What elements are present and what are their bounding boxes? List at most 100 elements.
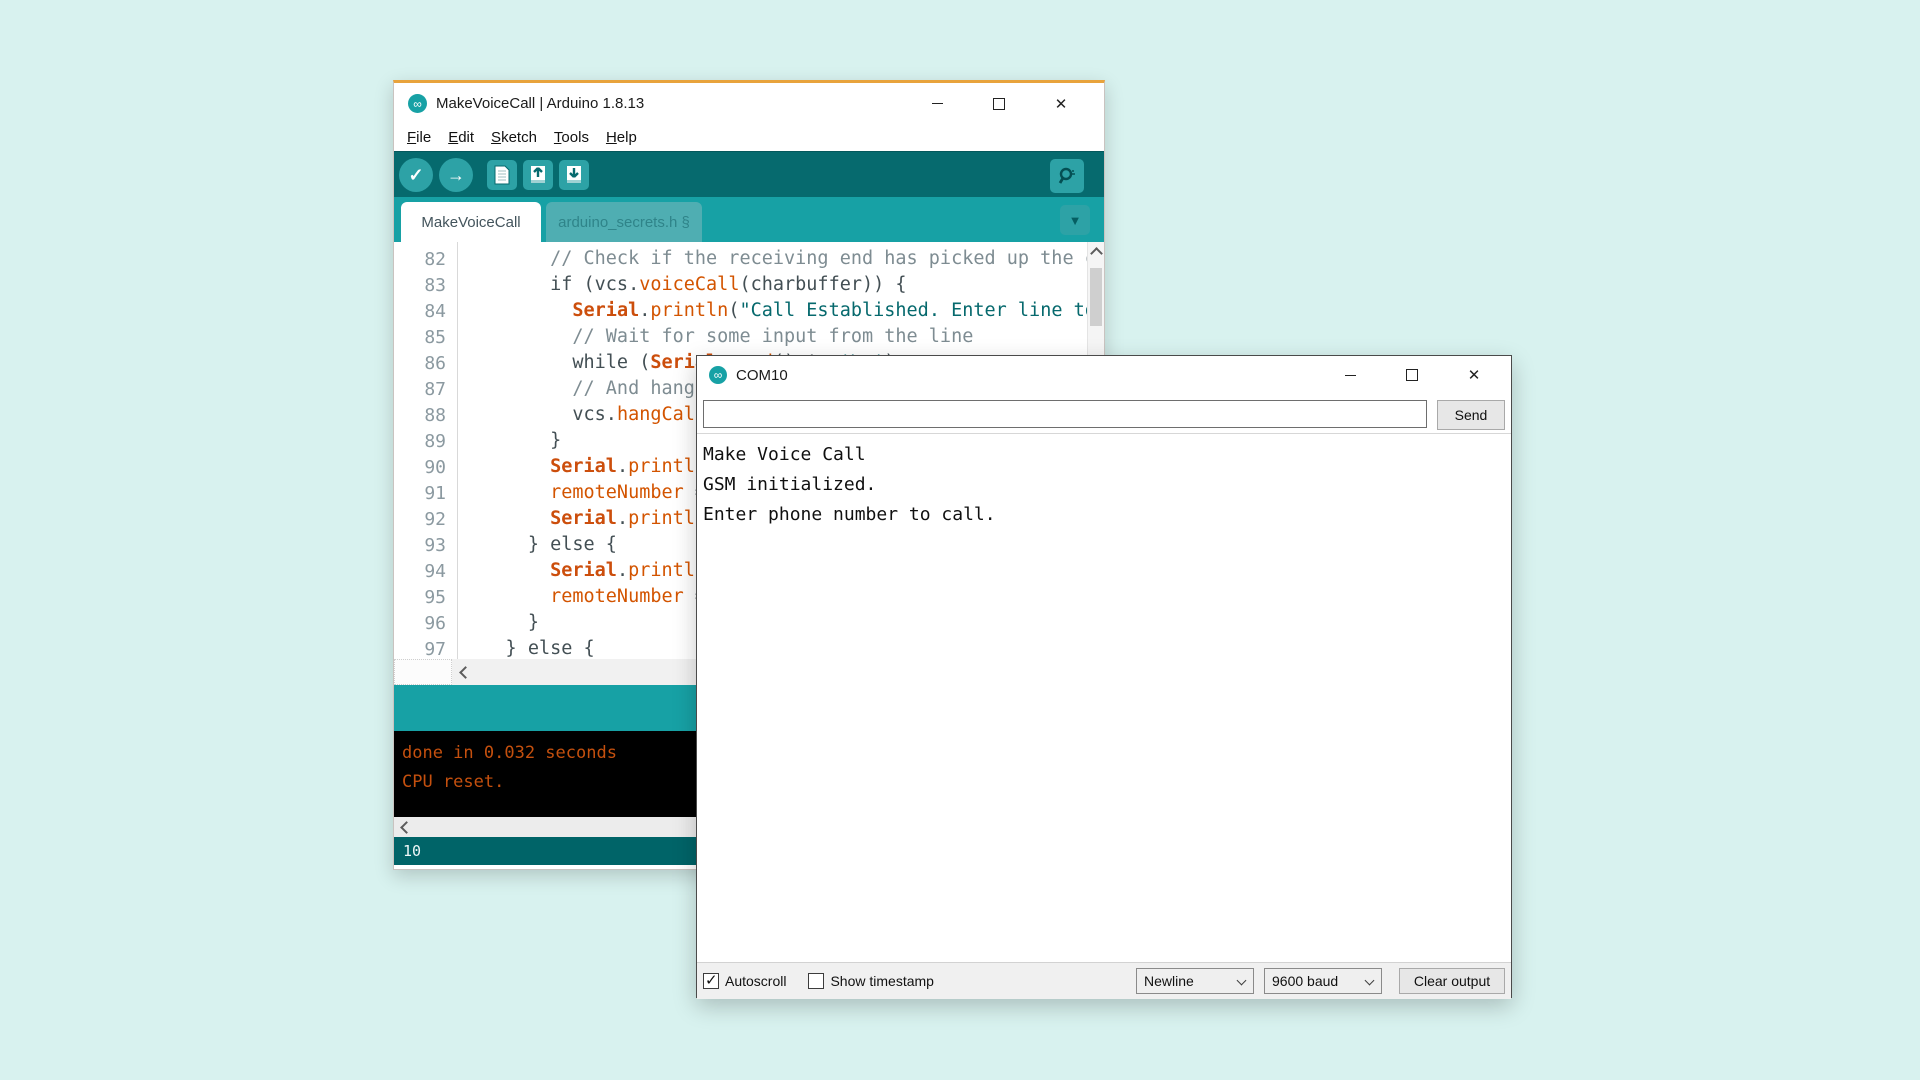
close-icon: ✕ bbox=[1468, 366, 1481, 384]
scrollbar-thumb[interactable] bbox=[1090, 268, 1102, 326]
scroll-left-button[interactable] bbox=[454, 659, 476, 685]
serial-monitor-window: ∞ COM10 ✕ Send Make Voice CallGSM initia… bbox=[696, 355, 1512, 998]
tab-makevoicecall-label: MakeVoiceCall bbox=[421, 214, 520, 231]
line-number: 92 bbox=[394, 509, 457, 530]
menu-help[interactable]: Help bbox=[606, 129, 637, 146]
code-line-82: 82 // Check if the receiving end has pic… bbox=[394, 246, 1104, 272]
send-button[interactable]: Send bbox=[1437, 400, 1505, 430]
chevron-left-icon bbox=[400, 821, 413, 834]
menu-file[interactable]: File bbox=[407, 129, 431, 146]
upload-button[interactable]: → bbox=[439, 158, 473, 192]
menu-edit[interactable]: Edit bbox=[448, 129, 474, 146]
send-button-label: Send bbox=[1455, 407, 1488, 423]
line-number: 87 bbox=[394, 379, 457, 400]
maximize-icon bbox=[993, 98, 1005, 110]
chevron-down-icon bbox=[1365, 976, 1375, 986]
open-icon bbox=[529, 165, 547, 185]
line-number-indicator: 10 bbox=[403, 842, 421, 860]
serial-monitor-button[interactable] bbox=[1050, 159, 1084, 193]
close-icon: ✕ bbox=[1055, 95, 1068, 113]
save-button[interactable] bbox=[559, 160, 589, 190]
serial-output-line: GSM initialized. bbox=[703, 470, 1511, 500]
chevron-up-icon bbox=[1090, 247, 1103, 260]
maximize-icon bbox=[1406, 369, 1418, 381]
line-number: 86 bbox=[394, 353, 457, 374]
minimize-icon bbox=[932, 103, 943, 104]
line-number: 97 bbox=[394, 639, 457, 660]
baud-rate-dropdown[interactable]: 9600 baud bbox=[1264, 968, 1382, 994]
maximize-button[interactable] bbox=[1381, 356, 1443, 394]
chevron-left-icon bbox=[459, 666, 472, 679]
autoscroll-checkbox[interactable] bbox=[703, 973, 719, 989]
code-text: if (vcs.voiceCall(charbuffer)) { bbox=[457, 272, 907, 298]
show-timestamp-checkbox[interactable] bbox=[808, 973, 824, 989]
desktop-background: ∞ MakeVoiceCall | Arduino 1.8.13 ✕ File E… bbox=[0, 0, 1920, 1080]
tab-list-button[interactable]: ▼ bbox=[1060, 205, 1090, 235]
code-text: Serial.println("Call Established. Enter … bbox=[457, 298, 1104, 324]
maximize-button[interactable] bbox=[968, 83, 1030, 124]
autoscroll-label: Autoscroll bbox=[725, 973, 786, 989]
menu-sketch[interactable]: Sketch bbox=[491, 129, 537, 146]
serial-monitor-icon bbox=[1057, 166, 1077, 186]
open-button[interactable] bbox=[523, 160, 553, 190]
arduino-window-title: MakeVoiceCall | Arduino 1.8.13 bbox=[436, 95, 644, 112]
new-sketch-icon bbox=[494, 165, 510, 185]
upload-icon: → bbox=[447, 165, 465, 186]
verify-icon: ✓ bbox=[408, 165, 423, 186]
serial-output-line: Make Voice Call bbox=[703, 440, 1511, 470]
minimize-icon bbox=[1345, 375, 1356, 376]
line-number: 91 bbox=[394, 483, 457, 504]
line-number: 89 bbox=[394, 431, 457, 452]
line-number: 93 bbox=[394, 535, 457, 556]
chevron-down-icon bbox=[1237, 976, 1247, 986]
show-timestamp-label: Show timestamp bbox=[830, 973, 933, 989]
verify-button[interactable]: ✓ bbox=[399, 158, 433, 192]
line-number: 83 bbox=[394, 275, 457, 296]
menu-tools[interactable]: Tools bbox=[554, 129, 589, 146]
line-number: 94 bbox=[394, 561, 457, 582]
serial-controls-bar: Autoscroll Show timestamp Newline 9600 b… bbox=[697, 962, 1511, 999]
code-text: } bbox=[457, 610, 539, 636]
code-line-85: 85 // Wait for some input from the line bbox=[394, 324, 1104, 350]
line-ending-value: Newline bbox=[1144, 973, 1194, 989]
line-ending-dropdown[interactable]: Newline bbox=[1136, 968, 1254, 994]
code-line-84: 84 Serial.println("Call Established. Ent… bbox=[394, 298, 1104, 324]
arduino-logo-icon: ∞ bbox=[709, 366, 727, 384]
serial-output-lines: Make Voice CallGSM initialized.Enter pho… bbox=[703, 440, 1511, 530]
serial-output-area[interactable]: Make Voice CallGSM initialized.Enter pho… bbox=[697, 433, 1511, 962]
line-number: 85 bbox=[394, 327, 457, 348]
serial-titlebar[interactable]: ∞ COM10 ✕ bbox=[697, 356, 1511, 394]
console-scroll-left-button[interactable] bbox=[396, 817, 416, 837]
save-icon bbox=[565, 165, 583, 185]
minimize-button[interactable] bbox=[906, 83, 968, 124]
line-number: 88 bbox=[394, 405, 457, 426]
baud-rate-value: 9600 baud bbox=[1272, 973, 1338, 989]
toolbar: ✓ → bbox=[394, 151, 1104, 198]
chevron-down-icon: ▼ bbox=[1069, 213, 1082, 228]
serial-output-line: Enter phone number to call. bbox=[703, 500, 1511, 530]
code-text: // Wait for some input from the line bbox=[457, 324, 973, 350]
line-number: 82 bbox=[394, 249, 457, 270]
code-text: // Check if the receiving end has picked… bbox=[457, 246, 1104, 272]
code-text: } bbox=[457, 428, 561, 454]
arduino-titlebar[interactable]: ∞ MakeVoiceCall | Arduino 1.8.13 ✕ bbox=[394, 83, 1104, 124]
line-number: 95 bbox=[394, 587, 457, 608]
tab-bar: MakeVoiceCall arduino_secrets.h § ▼ bbox=[394, 197, 1104, 242]
tab-arduino-secrets[interactable]: arduino_secrets.h § bbox=[546, 202, 702, 242]
line-number: 90 bbox=[394, 457, 457, 478]
line-number: 84 bbox=[394, 301, 457, 322]
serial-send-row: Send bbox=[697, 394, 1511, 433]
code-text: // And hang up bbox=[457, 376, 728, 402]
close-button[interactable]: ✕ bbox=[1443, 356, 1505, 394]
scroll-up-button[interactable] bbox=[1088, 244, 1104, 262]
clear-output-button[interactable]: Clear output bbox=[1399, 968, 1505, 994]
serial-input[interactable] bbox=[703, 400, 1427, 428]
clear-output-label: Clear output bbox=[1414, 973, 1490, 989]
scrollbar-corner bbox=[394, 659, 452, 685]
minimize-button[interactable] bbox=[1319, 356, 1381, 394]
code-text: } else { bbox=[457, 532, 617, 558]
tab-makevoicecall[interactable]: MakeVoiceCall bbox=[401, 202, 541, 242]
new-sketch-button[interactable] bbox=[487, 160, 517, 190]
close-button[interactable]: ✕ bbox=[1030, 83, 1092, 124]
menu-bar: File Edit Sketch Tools Help bbox=[394, 124, 1104, 151]
